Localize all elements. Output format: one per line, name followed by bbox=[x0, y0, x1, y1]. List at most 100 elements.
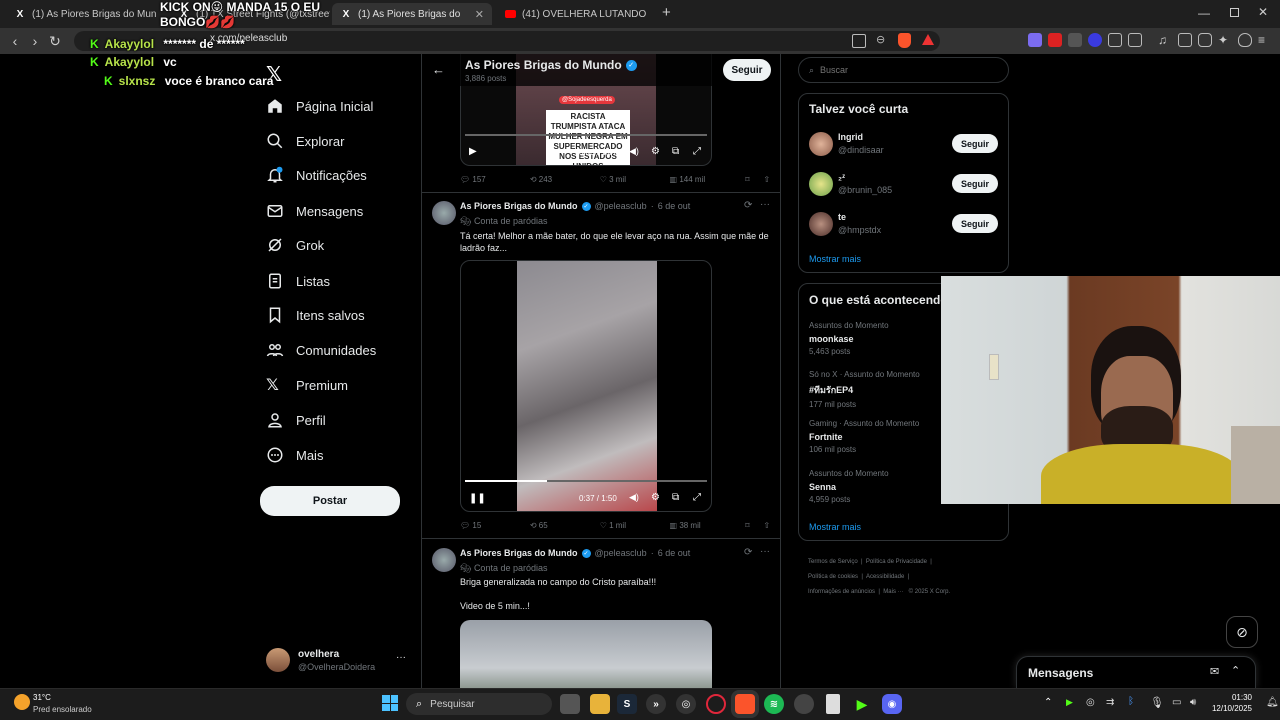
music-icon[interactable]: ♫ bbox=[1158, 33, 1172, 47]
cast-icon[interactable] bbox=[852, 34, 866, 48]
back-icon[interactable]: ‹ bbox=[6, 32, 24, 50]
zoom-icon[interactable]: ⊖ bbox=[876, 33, 885, 46]
share-icon[interactable]: ⇧ bbox=[763, 175, 770, 184]
notification-icon[interactable]: 🔔︎ bbox=[1266, 697, 1279, 708]
avatar[interactable] bbox=[432, 201, 456, 225]
trend-item[interactable]: Gaming · Assunto do Momento Fortnite 106… bbox=[809, 419, 919, 454]
author-handle[interactable]: @peleasclub bbox=[595, 548, 647, 558]
extension-icon[interactable] bbox=[1048, 33, 1062, 47]
brave-rewards-icon[interactable] bbox=[922, 34, 934, 45]
search-input[interactable] bbox=[820, 65, 981, 75]
brave-shield-icon[interactable] bbox=[898, 33, 911, 48]
follow-suggestion[interactable]: Ingrid @dindisaar Seguir bbox=[809, 131, 999, 157]
browser-tab[interactable]: X (1) As Piores Brigas do Mundo no X: bbox=[6, 3, 156, 25]
video-progress[interactable] bbox=[465, 134, 707, 136]
follow-button[interactable]: Seguir bbox=[952, 134, 998, 153]
opera-icon[interactable] bbox=[706, 694, 726, 714]
obs-icon[interactable]: ◎ bbox=[676, 694, 696, 714]
repost-button[interactable]: ⟲ 65 bbox=[530, 521, 600, 530]
kick-app-icon[interactable]: ▶ bbox=[852, 694, 872, 714]
weather-icon[interactable] bbox=[14, 694, 30, 710]
puzzle-icon[interactable] bbox=[1108, 33, 1122, 47]
nav-bookmarks[interactable]: Itens salvos bbox=[266, 302, 365, 328]
show-more-link[interactable]: Mostrar mais bbox=[809, 254, 861, 264]
reload-icon[interactable]: ↻ bbox=[46, 32, 64, 50]
follow-suggestion[interactable]: ₂ᶻ @brunin_085 Seguir bbox=[809, 171, 999, 197]
author-name[interactable]: As Piores Brigas do Mundo bbox=[460, 548, 578, 558]
nav-premium[interactable]: 𝕏 Premium bbox=[266, 372, 348, 398]
close-window-icon[interactable]: ✕ bbox=[1258, 5, 1268, 19]
video-thumbnail[interactable] bbox=[460, 620, 712, 688]
wallet-icon[interactable] bbox=[1198, 33, 1212, 47]
settings-icon[interactable]: ⚙ bbox=[651, 146, 660, 157]
nav-communities[interactable]: Comunidades bbox=[266, 337, 376, 363]
network-icon[interactable]: ▭ bbox=[1172, 697, 1181, 708]
nav-explore[interactable]: Explorar bbox=[266, 128, 344, 154]
discord-icon[interactable]: ◉ bbox=[882, 694, 902, 714]
like-button[interactable]: ♡ 3 mil bbox=[600, 175, 670, 184]
spotify-icon[interactable]: ≋ bbox=[764, 694, 784, 714]
tweet-date[interactable]: 6 de out bbox=[658, 201, 691, 211]
messages-drawer[interactable]: Mensagens ✉ ⌃ bbox=[1016, 656, 1256, 688]
menu-icon[interactable]: ≡ bbox=[1258, 33, 1272, 47]
mic-icon[interactable]: 🎙︎ bbox=[1150, 696, 1164, 709]
screenshot-icon[interactable] bbox=[1128, 33, 1142, 47]
file-explorer-icon[interactable] bbox=[590, 694, 610, 714]
sidebar-icon[interactable] bbox=[1178, 33, 1192, 47]
footer-link[interactable]: Política de Privacidade bbox=[866, 559, 927, 565]
nav-profile[interactable]: Perfil bbox=[266, 407, 326, 433]
grok-fab-icon[interactable]: ⊘ bbox=[1226, 616, 1258, 648]
reply-button[interactable]: 💬︎ 157 bbox=[460, 175, 530, 184]
video-progress-track[interactable] bbox=[465, 480, 707, 482]
trend-item[interactable]: Assuntos do Momento Senna 4,959 posts bbox=[809, 469, 889, 504]
repost-button[interactable]: ⟲ 243 bbox=[530, 175, 600, 184]
steam-icon[interactable]: S bbox=[617, 694, 637, 714]
forward-icon[interactable]: › bbox=[26, 32, 44, 50]
nav-home[interactable]: Página Inicial bbox=[266, 93, 373, 119]
tweet-date[interactable]: 6 de out bbox=[658, 548, 691, 558]
more-dots-icon[interactable]: ··· bbox=[760, 546, 770, 557]
app-icon[interactable]: » bbox=[646, 694, 666, 714]
video-player[interactable]: ❚❚ 0:37 / 1:50 ◀) ⚙ ⧉ ⤢ bbox=[460, 260, 712, 512]
extension-icon[interactable] bbox=[1068, 33, 1082, 47]
extension-icon[interactable] bbox=[1088, 33, 1102, 47]
play-icon[interactable]: ▶ bbox=[469, 146, 477, 157]
views-button[interactable]: ▥ 144 mil bbox=[670, 175, 746, 184]
nav-messages[interactable]: Mensagens bbox=[266, 198, 363, 224]
vpn-icon[interactable] bbox=[1238, 33, 1252, 47]
volume-icon[interactable]: 🔊︎ bbox=[1190, 697, 1196, 708]
nav-lists[interactable]: Listas bbox=[266, 268, 330, 294]
close-tab-icon[interactable]: ✕ bbox=[469, 8, 484, 21]
chevron-up-icon[interactable]: ⌃ bbox=[1231, 664, 1240, 677]
reply-button[interactable]: 💬︎ 15 bbox=[460, 521, 530, 530]
task-view-icon[interactable] bbox=[560, 694, 580, 714]
pause-icon[interactable]: ❚❚ bbox=[469, 493, 486, 504]
leo-ai-icon[interactable]: ✦ bbox=[1218, 33, 1232, 47]
back-arrow-icon[interactable]: ← bbox=[432, 62, 445, 77]
avatar[interactable] bbox=[432, 548, 456, 572]
follow-button[interactable]: Seguir bbox=[723, 59, 771, 81]
taskbar-search[interactable]: ⌕ Pesquisar bbox=[406, 693, 552, 715]
new-tab-icon[interactable]: + bbox=[662, 4, 671, 21]
author-handle[interactable]: @peleasclub bbox=[595, 201, 647, 211]
new-message-icon[interactable]: ✉ bbox=[1210, 665, 1219, 678]
follow-button[interactable]: Seguir bbox=[952, 174, 998, 193]
app-icon[interactable] bbox=[794, 694, 814, 714]
fullscreen-icon[interactable]: ⤢ bbox=[693, 492, 701, 503]
browser-tab-active[interactable]: X (1) As Piores Brigas do Mundo ✕ bbox=[332, 3, 492, 25]
footer-link[interactable]: Mais ··· bbox=[883, 589, 903, 595]
pip-icon[interactable]: ⧉ bbox=[672, 146, 679, 157]
notepad-icon[interactable] bbox=[826, 694, 840, 714]
settings-icon[interactable]: ⚙ bbox=[651, 492, 660, 503]
maximize-icon[interactable] bbox=[1230, 8, 1239, 17]
nav-notifications[interactable]: Notificações bbox=[266, 162, 367, 188]
clock[interactable]: 01:30 12/10/2025 bbox=[1210, 692, 1252, 714]
trend-item[interactable]: Assuntos do Momento moonkase 5,463 posts bbox=[809, 321, 889, 356]
show-more-link[interactable]: Mostrar mais bbox=[809, 522, 861, 532]
bookmark-icon[interactable]: ⌑ bbox=[745, 521, 763, 530]
post-button[interactable]: Postar bbox=[260, 486, 400, 516]
grok-icon[interactable]: ⟳ bbox=[744, 200, 752, 211]
account-switcher[interactable]: ovelhera @OvelheraDoidera ··· bbox=[266, 648, 406, 676]
share-icon[interactable]: ⇧ bbox=[763, 521, 770, 530]
like-button[interactable]: ♡ 1 mil bbox=[600, 521, 670, 530]
